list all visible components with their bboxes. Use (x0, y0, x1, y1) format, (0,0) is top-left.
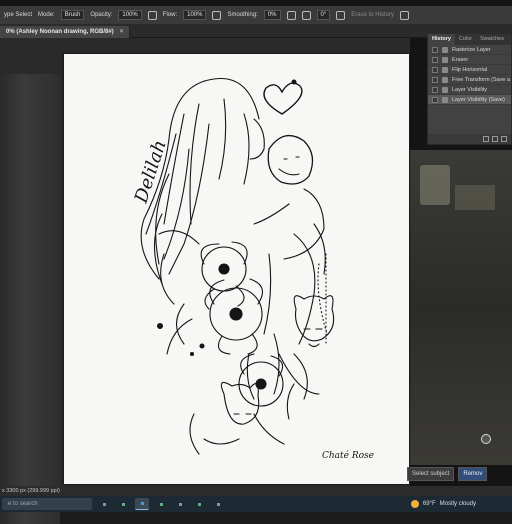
new-document-icon[interactable] (483, 136, 489, 142)
document-size-text: x 3300 px (299.999 ppi) (2, 488, 60, 494)
options-bar: ype Select Mode: Brush Opacity: 100% Flo… (0, 6, 512, 24)
app-icon (178, 502, 182, 506)
history-step-icon (442, 46, 448, 53)
remove-label: Remov (463, 471, 483, 477)
mother-face (249, 118, 265, 160)
app-icon (216, 502, 220, 506)
document-tab[interactable]: 0% (Ashley Noonan drawing, RGB/8#) × (0, 26, 131, 38)
history-item-label: Eraser (452, 56, 469, 63)
close-tab-icon[interactable]: × (120, 29, 124, 35)
history-step-icon (442, 96, 448, 103)
history-item[interactable]: Rasterize Layer (428, 45, 511, 55)
artwork-drawing: Delilah Chaté Rose (130, 77, 374, 461)
remove-background-button[interactable]: Remov (458, 467, 488, 481)
mode-select[interactable]: Brush (60, 10, 85, 20)
app-icon (121, 502, 125, 506)
history-item[interactable]: Layer Visibility (428, 85, 511, 95)
erase-to-history-checkbox[interactable] (336, 10, 346, 20)
document-tab-title: 0% (Ashley Noonan drawing, RGB/8#) (6, 29, 114, 35)
select-subject-label: Select subject (412, 471, 450, 477)
history-source-checkbox[interactable] (432, 96, 438, 103)
angle-icon (301, 10, 311, 20)
history-item-label: Layer Visibility (452, 86, 488, 93)
menu-fragment[interactable]: ype Select (4, 12, 32, 18)
background-reflection-left (0, 74, 60, 524)
pressure-opacity-icon[interactable] (147, 10, 157, 20)
opacity-field[interactable]: 100% (118, 10, 142, 20)
airbrush-icon[interactable] (212, 10, 222, 20)
app-icon (102, 502, 106, 506)
taskbar-app-icon[interactable] (173, 498, 187, 510)
window-reflection (420, 165, 450, 205)
taskbar-app-icon[interactable] (211, 498, 225, 510)
weather-widget[interactable]: 69°F Mostly cloudy (410, 500, 476, 508)
app-icon (197, 502, 201, 506)
arm-drawing (253, 188, 326, 275)
erase-to-history-label: Erase to History (351, 12, 394, 18)
app-icon (159, 502, 163, 506)
heart-drawing (263, 82, 303, 115)
history-source-checkbox[interactable] (432, 76, 438, 83)
taskbar-app-icon[interactable] (192, 498, 206, 510)
weather-sun-icon (410, 500, 419, 508)
document-canvas[interactable]: Delilah Chaté Rose (64, 54, 409, 484)
panel-tabs: History Color Swatches (428, 34, 511, 45)
mode-label: Mode: (38, 12, 55, 18)
search-placeholder: e to search (8, 501, 38, 507)
history-step-icon (442, 86, 448, 93)
history-item-label: Free Transform (Save a (452, 76, 511, 83)
history-item[interactable]: Free Transform (Save a (428, 75, 511, 85)
camera-snapshot-icon[interactable] (492, 136, 498, 142)
baby-drawing (267, 134, 314, 185)
window-reflection-2 (455, 185, 495, 210)
app-icon (140, 502, 144, 505)
photoshop-taskbar-icon[interactable] (135, 498, 149, 510)
eraser-icon (442, 56, 448, 63)
smoothing-label: Smoothing: (227, 12, 258, 18)
tab-color[interactable]: Color (455, 34, 476, 45)
taskbar-app-icon[interactable] (97, 498, 111, 510)
history-source-checkbox[interactable] (432, 86, 438, 93)
opacity-label: Opacity: (90, 12, 113, 18)
history-panel: History Color Swatches Rasterize Layer E… (427, 33, 512, 145)
weather-description: Mostly cloudy (439, 501, 476, 507)
history-item-label: Layer Visibility (Save) (452, 96, 505, 103)
taskbar-search-box[interactable]: e to search (2, 498, 92, 510)
history-item-label: Flip Horizontal (452, 66, 488, 73)
history-step-icon (442, 66, 448, 73)
history-panel-footer (428, 134, 511, 144)
history-step-icon (442, 76, 448, 83)
history-source-checkbox[interactable] (432, 46, 438, 53)
weather-temp: 69°F (422, 501, 436, 507)
angle-field[interactable]: 0° (316, 10, 331, 20)
windows-taskbar: e to search 69°F Mostly cloudy (0, 496, 512, 512)
status-bar: x 3300 px (299.999 ppi) (0, 486, 512, 496)
gear-icon[interactable] (286, 10, 296, 20)
taskbar-app-icon[interactable] (154, 498, 168, 510)
tab-history[interactable]: History (428, 34, 455, 45)
flower-drawings (158, 230, 308, 445)
smoothing-field[interactable]: 0% (263, 10, 281, 20)
flow-field[interactable]: 100% (183, 10, 207, 20)
history-item-label: Rasterize Layer (452, 46, 491, 53)
history-source-checkbox[interactable] (432, 66, 438, 73)
signature-text: Chaté Rose (322, 450, 374, 461)
name-script-text: Delilah (130, 138, 170, 207)
dog-drawing-left (189, 381, 260, 455)
history-source-checkbox[interactable] (432, 56, 438, 63)
contextual-task-bar: Select subject Remov (407, 467, 512, 481)
tab-swatches[interactable]: Swatches (476, 34, 508, 45)
dog-drawing-right (278, 295, 335, 420)
history-item[interactable]: Eraser (428, 55, 511, 65)
symmetry-butterfly-icon[interactable] (399, 10, 409, 20)
flow-label: Flow: (162, 12, 178, 18)
trash-icon[interactable] (501, 136, 507, 142)
history-item-selected[interactable]: Layer Visibility (Save) (428, 95, 511, 105)
select-subject-button[interactable]: Select subject (407, 467, 455, 481)
taskbar-app-icon[interactable] (116, 498, 130, 510)
brush-cursor-icon (481, 434, 491, 444)
history-item[interactable]: Flip Horizontal (428, 65, 511, 75)
